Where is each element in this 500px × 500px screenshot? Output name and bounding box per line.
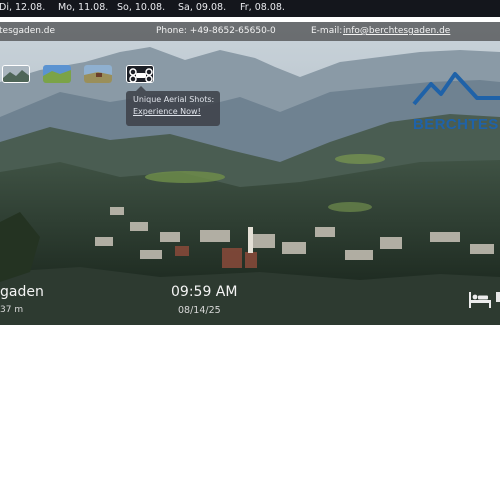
tooltip-text: Unique Aerial Shots: <box>133 95 215 104</box>
date-tab-3[interactable]: So, 10.08. <box>117 2 165 13</box>
date-tab-1[interactable]: Di, 12.08. <box>0 2 45 13</box>
date-tab-5[interactable]: Fr, 08.08. <box>240 2 285 13</box>
webcam-image[interactable]: tesgaden.de Phone: +49-8652-65650-0 E-ma… <box>0 22 500 325</box>
webcam-date: 08/14/25 <box>178 305 221 316</box>
email-label: E-mail: <box>311 26 343 36</box>
brand-logo-text[interactable]: BERCHTES <box>413 116 499 133</box>
bed-icon[interactable] <box>468 290 492 310</box>
location-name: gaden <box>0 284 44 300</box>
meadow-thumbnail-icon <box>43 65 71 83</box>
aerial-shots-tooltip: Unique Aerial Shots: Experience Now! <box>126 86 220 126</box>
mountain-thumbnail-icon <box>3 66 29 82</box>
overlay-edge-icon <box>496 292 500 302</box>
date-strip: Di, 12.08. Mo, 11.08. So, 10.08. Sa, 09.… <box>0 0 500 17</box>
hut-thumbnail-icon <box>84 65 112 83</box>
date-tab-4[interactable]: Sa, 09.08. <box>178 2 226 13</box>
thumbnail-drone-aerial[interactable] <box>126 65 154 83</box>
thumbnail-mountain-hut[interactable] <box>84 65 112 83</box>
berchtesgaden-logo-icon[interactable] <box>411 70 500 108</box>
website-label: tesgaden.de <box>0 26 56 36</box>
phone-label: Phone: +49-8652-65650-0 <box>156 26 276 36</box>
email-link[interactable]: info@berchtesgaden.de <box>343 26 450 36</box>
date-tab-2[interactable]: Mo, 11.08. <box>58 2 108 13</box>
thumbnail-mountain-view[interactable] <box>2 65 30 83</box>
webcam-time: 09:59 AM <box>171 284 238 300</box>
thumbnail-alpine-meadow[interactable] <box>43 65 71 83</box>
experience-now-link[interactable]: Experience Now! <box>133 107 213 116</box>
webcam-scene <box>0 22 500 325</box>
location-elevation: 37 m <box>0 305 24 315</box>
drone-icon <box>127 66 153 82</box>
contact-bar: tesgaden.de Phone: +49-8652-65650-0 E-ma… <box>0 22 500 41</box>
